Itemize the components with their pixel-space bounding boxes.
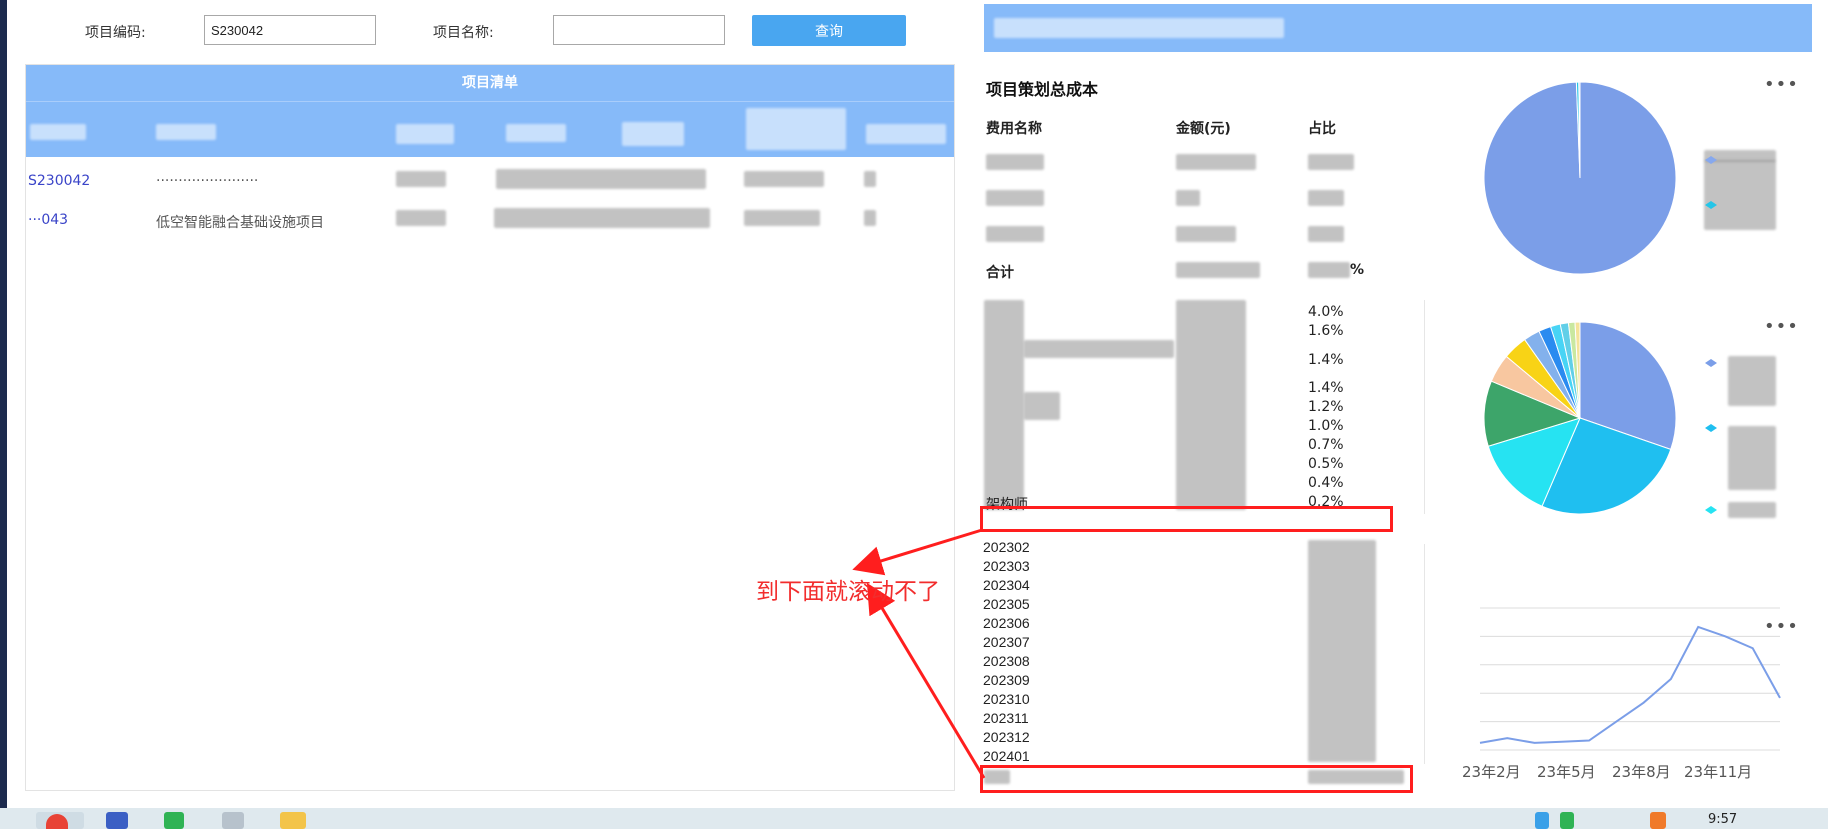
labor-cost-pie-chart[interactable] xyxy=(1480,318,1680,518)
highlight-box-bottom xyxy=(980,765,1413,793)
ratio-row: 1.2% xyxy=(1308,399,1344,415)
annotation-arrows xyxy=(852,528,986,779)
ratio-row: 1.4% xyxy=(1308,380,1344,396)
notepad-icon[interactable] xyxy=(222,812,244,829)
ratio-row: 0.7% xyxy=(1308,437,1344,453)
series-line[interactable] xyxy=(1479,625,1781,744)
month-row: 202305 xyxy=(983,596,1030,612)
project-code-input[interactable] xyxy=(204,15,376,45)
month-row: 202309 xyxy=(983,672,1030,688)
annotation-text: 到下面就滚动不了 xyxy=(756,579,940,605)
row-project-code[interactable]: ···043 xyxy=(28,212,98,228)
row-project-code[interactable]: S230042 xyxy=(28,173,98,189)
table-row[interactable]: ···043 低空智能融合基础设施项目 xyxy=(26,206,954,234)
month-row: 202312 xyxy=(983,729,1030,745)
col-ratio: 占比 xyxy=(1308,121,1336,137)
tray-icon[interactable] xyxy=(1650,812,1666,829)
cost-dashboard-header xyxy=(984,4,1812,52)
month-row: 202307 xyxy=(983,634,1030,650)
project-list-header xyxy=(26,101,954,157)
month-row: 202308 xyxy=(983,653,1030,669)
cost-pie-chart[interactable] xyxy=(1480,78,1680,278)
legend-markers xyxy=(1705,156,1717,209)
taskbar xyxy=(0,808,1828,829)
ratio-row: 0.5% xyxy=(1308,456,1344,472)
project-list-title: 项目清单 xyxy=(26,65,954,101)
month-row: 202302 xyxy=(983,539,1030,555)
ratio-row: 1.6% xyxy=(1308,323,1344,339)
month-row: 202401 xyxy=(983,748,1030,764)
tray-icon[interactable] xyxy=(1560,812,1574,829)
project-list-panel: 项目清单 S230042 ······················· ···… xyxy=(25,64,955,791)
x-tick-label: 23年5月 xyxy=(1537,763,1596,781)
project-name-input[interactable] xyxy=(553,15,725,45)
left-window-edge xyxy=(0,0,7,808)
ratio-row: 1.0% xyxy=(1308,418,1344,434)
total-ratio-suffix: % xyxy=(1350,262,1365,278)
chrome-icon[interactable] xyxy=(46,814,68,829)
wechat-icon[interactable] xyxy=(164,812,184,829)
x-tick-label: 23年11月 xyxy=(1684,763,1753,781)
chart-menu-icon[interactable]: ••• xyxy=(1764,316,1799,337)
total-label: 合计 xyxy=(986,265,1014,281)
taskbar-clock[interactable]: 9:57 xyxy=(1708,812,1737,827)
table-row[interactable]: S230042 ······················· xyxy=(26,167,954,195)
app-icon[interactable] xyxy=(106,812,128,829)
tray-icon[interactable] xyxy=(1535,812,1549,829)
x-tick-label: 23年2月 xyxy=(1462,763,1521,781)
chart-menu-icon[interactable]: ••• xyxy=(1764,74,1799,95)
highlight-box-top xyxy=(980,506,1393,532)
project-code-label: 项目编码: xyxy=(85,25,146,41)
ratio-row: 1.4% xyxy=(1308,352,1344,368)
col-amount: 金额(元) xyxy=(1176,121,1231,137)
month-row: 202303 xyxy=(983,558,1030,574)
row-project-name: ······················· xyxy=(156,173,259,189)
col-expense-name: 费用名称 xyxy=(986,121,1042,137)
folder-icon[interactable] xyxy=(280,812,306,829)
project-name-label: 项目名称: xyxy=(433,25,494,41)
ratio-row: 0.4% xyxy=(1308,475,1344,491)
month-row: 202304 xyxy=(983,577,1030,593)
row-project-name: 低空智能融合基础设施项目 xyxy=(156,215,324,231)
query-button[interactable]: 查询 xyxy=(752,15,906,46)
legend-markers xyxy=(1705,359,1717,514)
monthly-cost-line-chart[interactable] xyxy=(1460,600,1790,760)
x-tick-label: 23年8月 xyxy=(1612,763,1671,781)
month-row: 202310 xyxy=(983,691,1030,707)
ratio-row: 4.0% xyxy=(1308,304,1344,320)
total-cost-title: 项目策划总成本 xyxy=(986,80,1099,99)
month-row: 202306 xyxy=(983,615,1030,631)
